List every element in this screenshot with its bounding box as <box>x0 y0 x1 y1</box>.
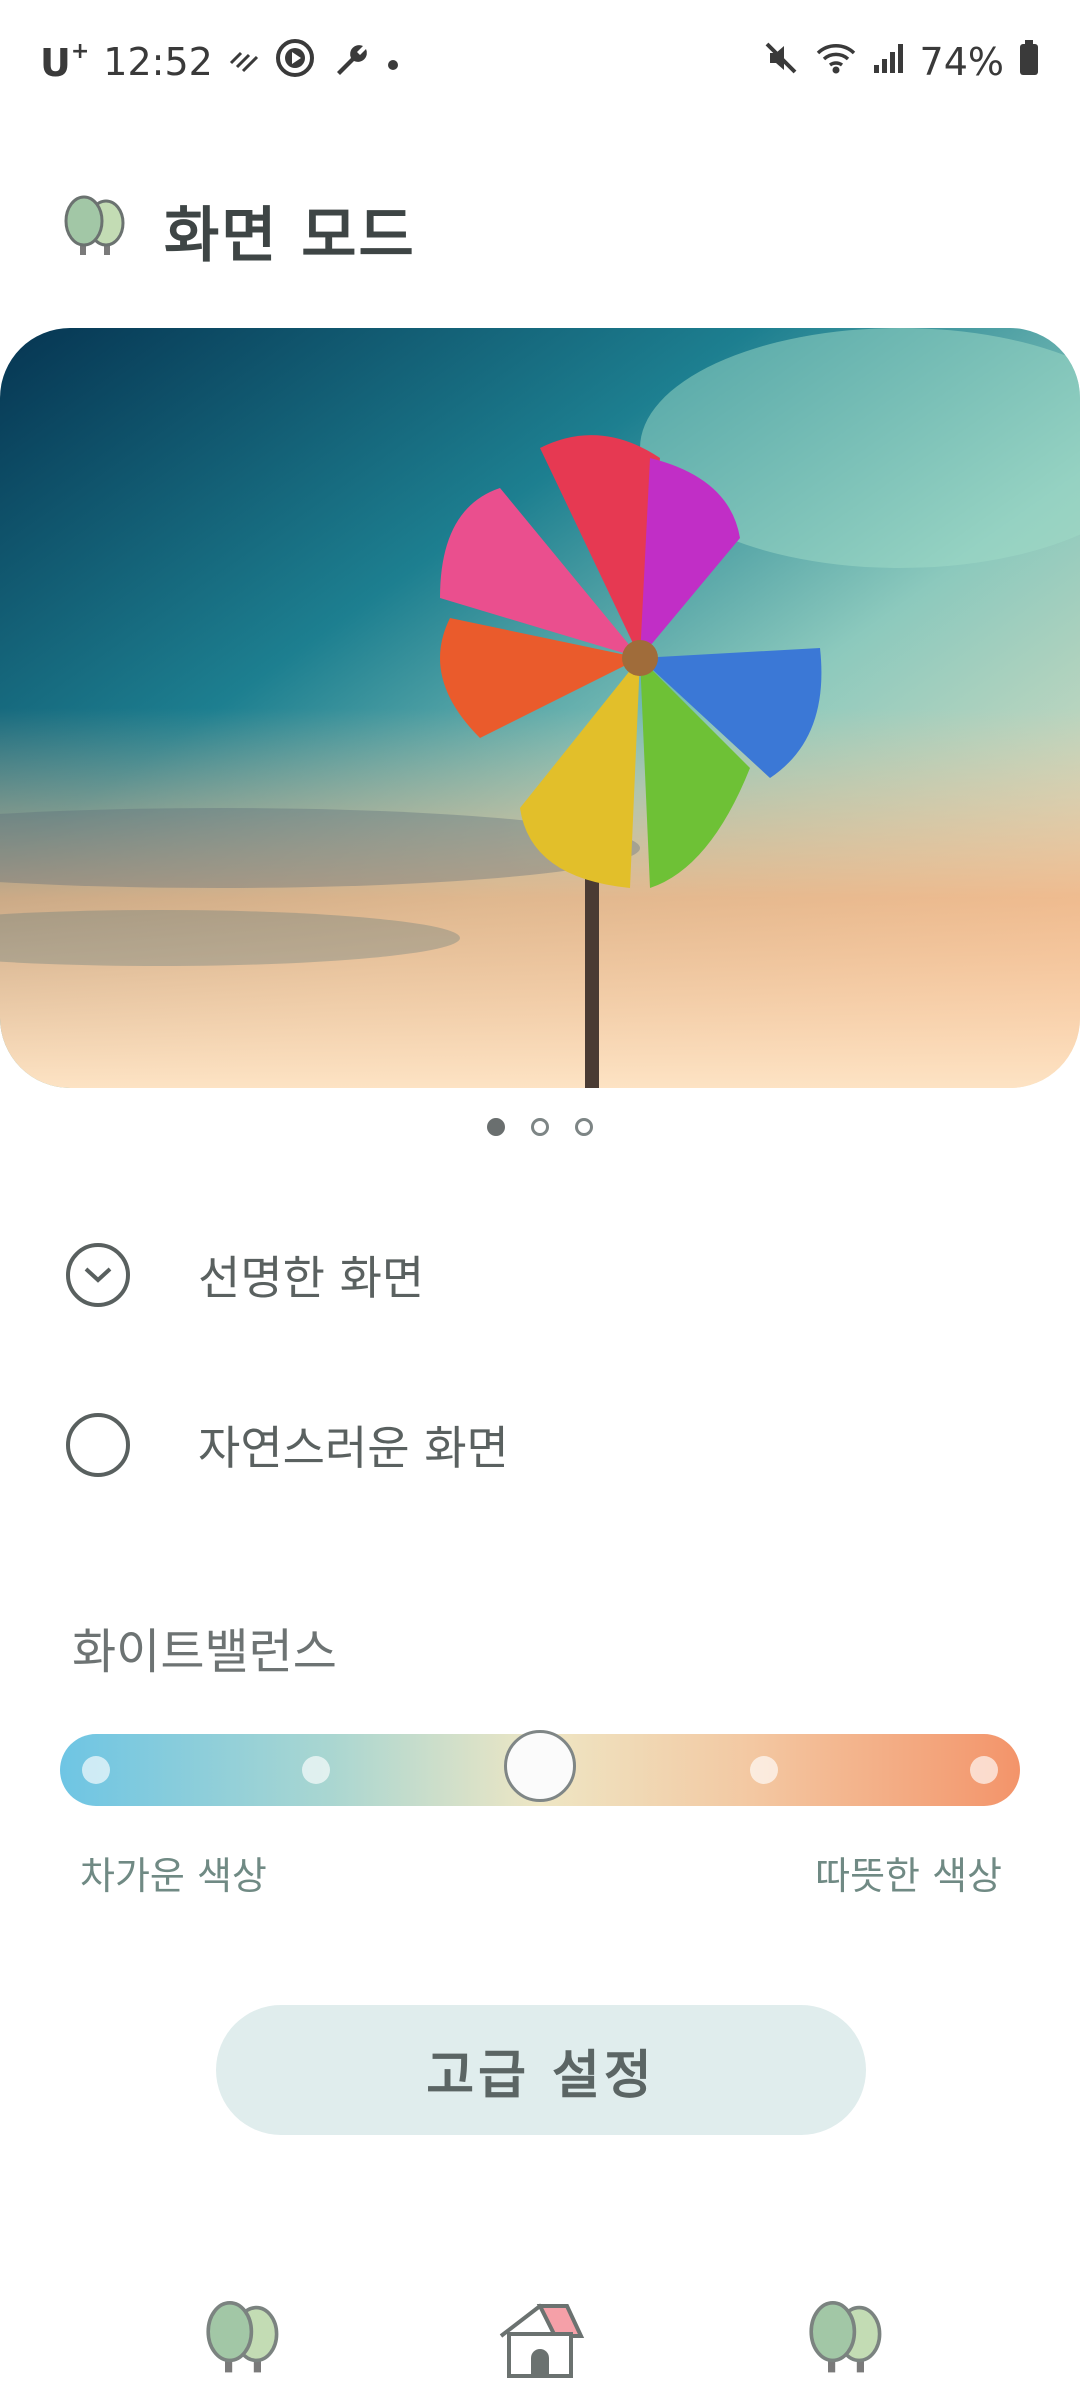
slider-stop[interactable] <box>82 1756 110 1784</box>
pager-dot[interactable] <box>487 1118 505 1136</box>
page-header: 화면 모드 <box>60 190 416 271</box>
mute-icon <box>762 39 800 86</box>
image-pager <box>0 1118 1080 1148</box>
cold-color-label: 차가운 색상 <box>80 1854 267 1898</box>
warm-color-label: 따뜻한 색상 <box>815 1854 1002 1898</box>
slider-thumb[interactable] <box>504 1730 576 1802</box>
status-bar: U+ 12:52 74% <box>0 0 1080 120</box>
carrier-label: U+ <box>40 39 90 85</box>
status-left: U+ 12:52 <box>40 34 403 90</box>
advanced-settings-button[interactable]: 고급 설정 <box>216 2005 866 2135</box>
radio-selected-check[interactable] <box>66 1243 130 1307</box>
nav-trees-left[interactable] <box>193 2290 293 2390</box>
slider-stop[interactable] <box>750 1756 778 1784</box>
option-label: 자연스러운 화면 <box>198 1421 509 1475</box>
trees-icon <box>809 2301 882 2373</box>
pinwheel-photo[interactable] <box>0 328 1080 1088</box>
page-title: 화면 모드 <box>164 200 416 271</box>
battery-icon <box>1018 39 1040 86</box>
home-icon <box>499 2303 585 2378</box>
screen: U+ 12:52 74% 화면 모드 선명한 화면 자연스러운 화면 화이트밸런… <box>0 0 1080 2400</box>
trees-icon <box>206 2301 279 2373</box>
data-saver-icon <box>227 40 261 84</box>
bottom-nav <box>0 2270 1080 2400</box>
status-right: 74% <box>762 34 1040 90</box>
slider-stop[interactable] <box>970 1756 998 1784</box>
radio-unselected[interactable] <box>66 1413 130 1477</box>
option-label: 선명한 화면 <box>198 1251 425 1305</box>
pager-dot[interactable] <box>575 1118 593 1136</box>
white-balance-slider[interactable] <box>60 1730 1020 1806</box>
nav-home[interactable] <box>490 2290 590 2390</box>
play-circle-icon <box>275 38 315 87</box>
clock: 12:52 <box>103 40 213 84</box>
option-vivid[interactable]: 선명한 화면 <box>66 1230 966 1320</box>
battery-percent: 74% <box>919 40 1004 84</box>
wifi-icon <box>814 39 858 86</box>
white-balance-title: 화이트밸런스 <box>72 1624 337 1680</box>
slider-stop[interactable] <box>302 1756 330 1784</box>
chevron-down-icon <box>84 1267 112 1283</box>
trees-icon <box>60 193 130 267</box>
notification-dot-icon <box>383 40 403 84</box>
pager-dot[interactable] <box>531 1118 549 1136</box>
nav-trees-right[interactable] <box>796 2290 896 2390</box>
option-natural[interactable]: 자연스러운 화면 <box>66 1400 966 1490</box>
wrench-icon <box>329 38 369 87</box>
signal-icon <box>872 40 906 84</box>
